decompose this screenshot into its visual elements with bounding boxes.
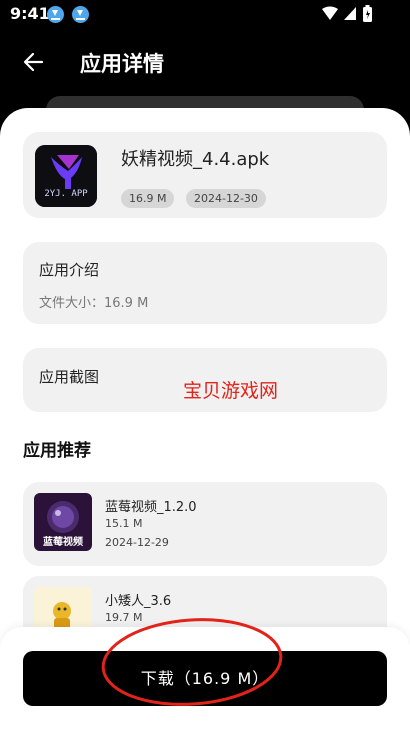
recommend-icon-label: 蓝莓视频	[43, 537, 83, 548]
back-arrow-icon[interactable]	[20, 48, 48, 76]
download-button[interactable]: 下载（16.9 M）	[23, 651, 387, 706]
list-item[interactable]: 蓝莓视频 蓝莓视频_1.2.0 15.1 M 2024-12-29	[23, 482, 387, 566]
app-name: 妖精视频_4.4.apk	[121, 149, 270, 170]
status-bar: 9:41	[0, 0, 410, 28]
status-time: 9:41	[10, 4, 50, 23]
signal-icon	[344, 7, 356, 20]
size-badge: 16.9 M	[121, 189, 175, 208]
app-icon-label: 2YJ. APP	[44, 189, 88, 199]
recommend-app-size: 19.7 M	[105, 611, 143, 624]
download-notification-icon	[72, 6, 89, 23]
screenshots-card: 应用截图 宝贝游戏网	[23, 348, 387, 412]
recommend-app-icon: 蓝莓视频	[34, 493, 92, 551]
download-notification-icon	[47, 6, 64, 23]
date-badge: 2024-12-30	[186, 189, 266, 208]
app-icon: 2YJ. APP	[35, 145, 97, 207]
screenshots-heading: 应用截图	[39, 368, 100, 386]
watermark-text: 宝贝游戏网	[183, 380, 279, 402]
app-info-card: 2YJ. APP 妖精视频_4.4.apk 16.9 M 2024-12-30	[23, 132, 387, 218]
recommend-heading: 应用推荐	[23, 441, 91, 461]
recommend-app-name: 蓝莓视频_1.2.0	[105, 500, 197, 515]
recommend-app-name: 小矮人_3.6	[105, 594, 172, 609]
page-title: 应用详情	[80, 52, 164, 76]
recommend-app-date: 2024-12-29	[105, 536, 169, 549]
file-size-text: 文件大小：16.9 M	[39, 296, 149, 311]
intro-heading: 应用介绍	[39, 261, 100, 279]
system-icons	[322, 5, 372, 22]
app-header: 应用详情	[0, 28, 410, 98]
wifi-icon	[322, 6, 338, 20]
recommend-app-size: 15.1 M	[105, 517, 143, 530]
app-intro-card: 应用介绍 文件大小：16.9 M	[23, 242, 387, 324]
